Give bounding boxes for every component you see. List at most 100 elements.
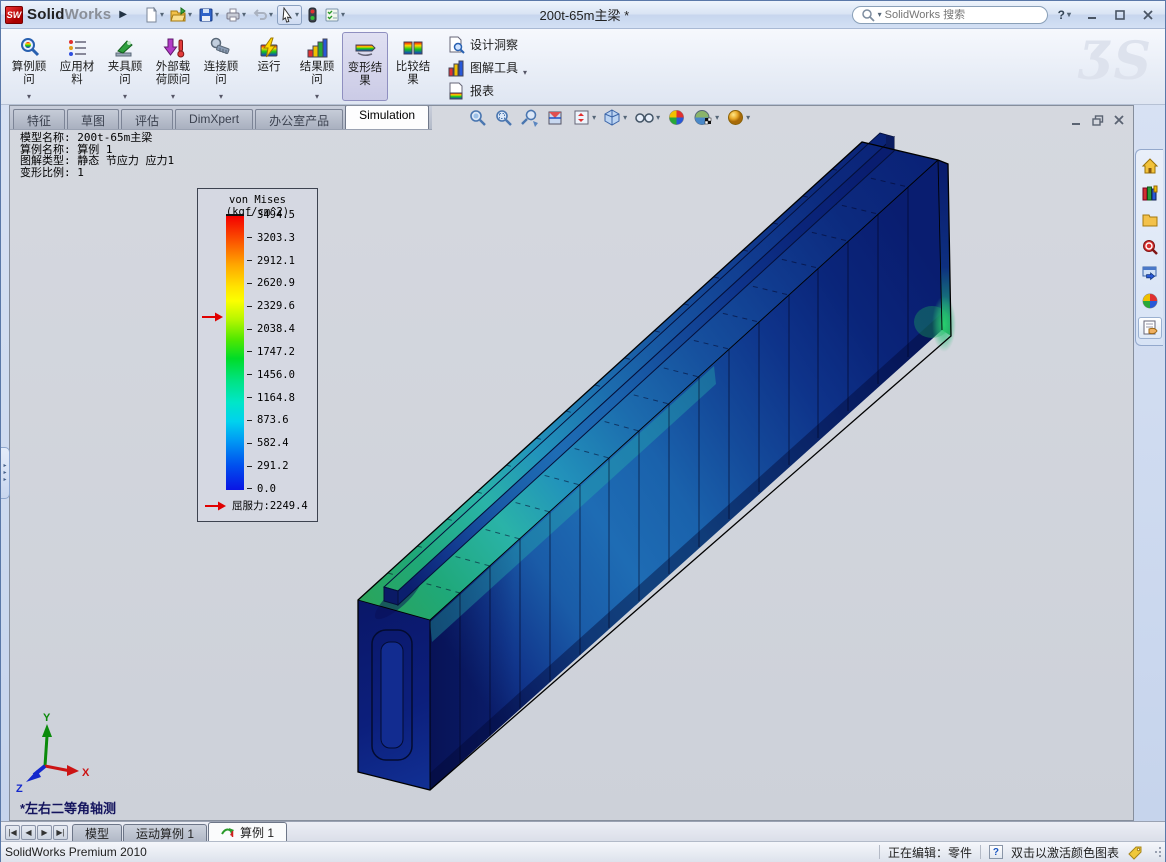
- tab-scroll-last-button[interactable]: ▶|: [53, 825, 68, 840]
- ribbon-button-results-advisor[interactable]: 结果顾问 ▾: [294, 32, 340, 101]
- document-title: 200t-65m主梁 *: [347, 5, 852, 24]
- tab-evaluate[interactable]: 评估: [121, 109, 173, 129]
- search-box[interactable]: ▾: [852, 6, 1048, 24]
- report-icon: [447, 82, 465, 100]
- maximize-button[interactable]: [1109, 7, 1131, 23]
- close-button[interactable]: [1137, 7, 1159, 23]
- tab-model[interactable]: 模型: [72, 824, 122, 841]
- configuration-tab-bar: |◀ ◀ ▶ ▶| 模型 运动算例 1 算例 1: [1, 821, 1165, 841]
- deformed-result-icon: [353, 36, 377, 62]
- minimize-button[interactable]: [1081, 7, 1103, 23]
- ribbon-button-connections-advisor[interactable]: 连接顾问 ▾: [198, 32, 244, 101]
- external-loads-icon: [161, 35, 185, 61]
- tab-features[interactable]: 特征: [13, 109, 65, 129]
- tab-scroll-first-button[interactable]: |◀: [5, 825, 20, 840]
- tab-simulation[interactable]: Simulation: [345, 105, 429, 129]
- menu-flyout-arrow-icon[interactable]: ▶: [119, 9, 127, 20]
- y-axis-label: Y: [43, 712, 51, 724]
- search-input[interactable]: [885, 9, 1015, 21]
- appearances-scenes-button[interactable]: [1138, 290, 1162, 312]
- tab-office-products[interactable]: 办公室产品: [255, 109, 343, 129]
- search-scope-caret-icon[interactable]: ▾: [878, 10, 882, 19]
- resources-home-button[interactable]: [1138, 155, 1162, 177]
- tab-simulation-study[interactable]: 算例 1: [208, 822, 287, 841]
- fixtures-advisor-icon: [113, 35, 137, 61]
- tab-scroll-prev-button[interactable]: ◀: [21, 825, 36, 840]
- simulation-study-icon: [221, 826, 236, 839]
- ribbon-button-report[interactable]: 报表: [443, 81, 531, 101]
- ribbon-button-apply-material[interactable]: 应用材料 ▾: [54, 32, 100, 101]
- tab-dimxpert[interactable]: DimXpert: [175, 109, 253, 129]
- help-button[interactable]: ?▾: [1058, 8, 1071, 22]
- legend-color-bar: [226, 214, 244, 490]
- ribbon-button-compare-results[interactable]: 比较结果 ▾: [390, 32, 436, 101]
- open-button[interactable]: ▾: [168, 6, 194, 24]
- rebuild-button[interactable]: [304, 6, 320, 24]
- hide-show-items-button[interactable]: ▾: [634, 108, 660, 127]
- dropdown-caret-icon: ▾: [315, 92, 319, 101]
- custom-properties-button[interactable]: [1138, 317, 1162, 339]
- view-orientation-button[interactable]: ▾: [572, 108, 596, 127]
- title-bar: SW SolidWorks ▶ ▾ ▾ ▾ ▾ ▾ ▾: [1, 1, 1165, 29]
- feature-manager-splitter-handle[interactable]: ▸▸▸: [1, 447, 10, 499]
- document-minimize-button[interactable]: [1071, 115, 1082, 126]
- save-button[interactable]: ▾: [196, 6, 221, 24]
- solidworks-search-button[interactable]: [1138, 236, 1162, 258]
- apply-scene-button[interactable]: ▾: [693, 108, 719, 127]
- dassault-watermark: ƷS: [1079, 31, 1151, 92]
- ribbon-button-study-advisor[interactable]: 算例顾问 ▾: [6, 32, 52, 101]
- ribbon-button-design-insight[interactable]: 设计洞察: [443, 35, 531, 55]
- options-button[interactable]: ▾: [322, 6, 347, 24]
- select-cursor-icon: [280, 7, 294, 23]
- new-document-button[interactable]: ▾: [141, 6, 166, 24]
- plot-tools-icon: [447, 59, 465, 77]
- search-icon: [861, 8, 875, 22]
- save-icon: [198, 7, 214, 23]
- zoom-to-fit-button[interactable]: [468, 108, 487, 127]
- app-window: SW SolidWorks ▶ ▾ ▾ ▾ ▾ ▾ ▾: [0, 0, 1166, 862]
- document-close-button[interactable]: [1114, 115, 1125, 126]
- dropdown-caret-icon: ▾: [171, 92, 175, 101]
- command-manager-ribbon: 算例顾问 ▾ 应用材料 ▾ 夹具顾问 ▾ 外部载荷顾问 ▾ 连接顾问 ▾ 运行 …: [1, 29, 1165, 105]
- options-checklist-icon: [324, 7, 340, 23]
- previous-view-button[interactable]: [520, 108, 539, 127]
- fea-beam-model[interactable]: [10, 130, 1134, 821]
- z-axis-label: Z: [16, 783, 23, 795]
- solidworks-logo: SW SolidWorks: [5, 6, 111, 24]
- section-view-button[interactable]: [546, 108, 565, 127]
- ribbon-button-fixtures-advisor[interactable]: 夹具顾问 ▾: [102, 32, 148, 101]
- tab-scroll-next-button[interactable]: ▶: [37, 825, 52, 840]
- ribbon-button-external-loads[interactable]: 外部载荷顾问 ▾: [150, 32, 196, 101]
- status-right-cluster: 正在编辑：零件 ? 双击以激活颜色图表: [879, 844, 1161, 861]
- view-palette-button[interactable]: [1138, 263, 1162, 285]
- tab-sketch[interactable]: 草图: [67, 109, 119, 129]
- undo-button[interactable]: ▾: [250, 6, 275, 24]
- yield-level-arrow-icon: [202, 311, 224, 323]
- results-advisor-icon: [305, 35, 329, 61]
- zoom-to-area-button[interactable]: [494, 108, 513, 127]
- ribbon-button-plot-tools[interactable]: 图解工具 ▾: [443, 58, 531, 78]
- design-library-button[interactable]: [1138, 182, 1162, 204]
- connections-advisor-icon: [209, 35, 233, 61]
- plot-header-info: 模型名称: 200t-65m主梁 算例名称: 算例 1 图解类型: 静态 节应力…: [20, 132, 174, 178]
- display-style-button[interactable]: ▾: [603, 108, 627, 127]
- undo-icon: [252, 7, 268, 23]
- edit-appearance-button[interactable]: [667, 108, 686, 127]
- yield-arrow-icon: [205, 500, 227, 512]
- file-explorer-button[interactable]: [1138, 209, 1162, 231]
- tab-motion-study[interactable]: 运动算例 1: [123, 824, 207, 841]
- ribbon-button-run[interactable]: 运行 ▾: [246, 32, 292, 101]
- print-button[interactable]: ▾: [223, 6, 248, 24]
- tag-icon[interactable]: [1127, 845, 1143, 860]
- ribbon-button-deformed-result[interactable]: 变形结果 ▾: [342, 32, 388, 101]
- compare-results-icon: [401, 35, 425, 61]
- select-button[interactable]: ▾: [277, 5, 302, 25]
- document-restore-button[interactable]: [1092, 115, 1104, 126]
- view-settings-button[interactable]: ▾: [726, 108, 750, 127]
- yield-strength-row: 屈服力:2249.4: [205, 498, 308, 513]
- status-bar: SolidWorks Premium 2010 正在编辑：零件 ? 双击以激活颜…: [1, 841, 1165, 862]
- graphics-area[interactable]: 特征 草图 评估 DimXpert 办公室产品 Simulation ▾ ▾ ▾: [9, 105, 1134, 821]
- stress-color-legend[interactable]: von Mises (kgf/cm^2) 3494.5 3203.3 2912.…: [197, 188, 318, 522]
- resize-grip[interactable]: [1155, 847, 1161, 857]
- heads-up-view-toolbar: ▾ ▾ ▾ ▾ ▾: [468, 108, 750, 127]
